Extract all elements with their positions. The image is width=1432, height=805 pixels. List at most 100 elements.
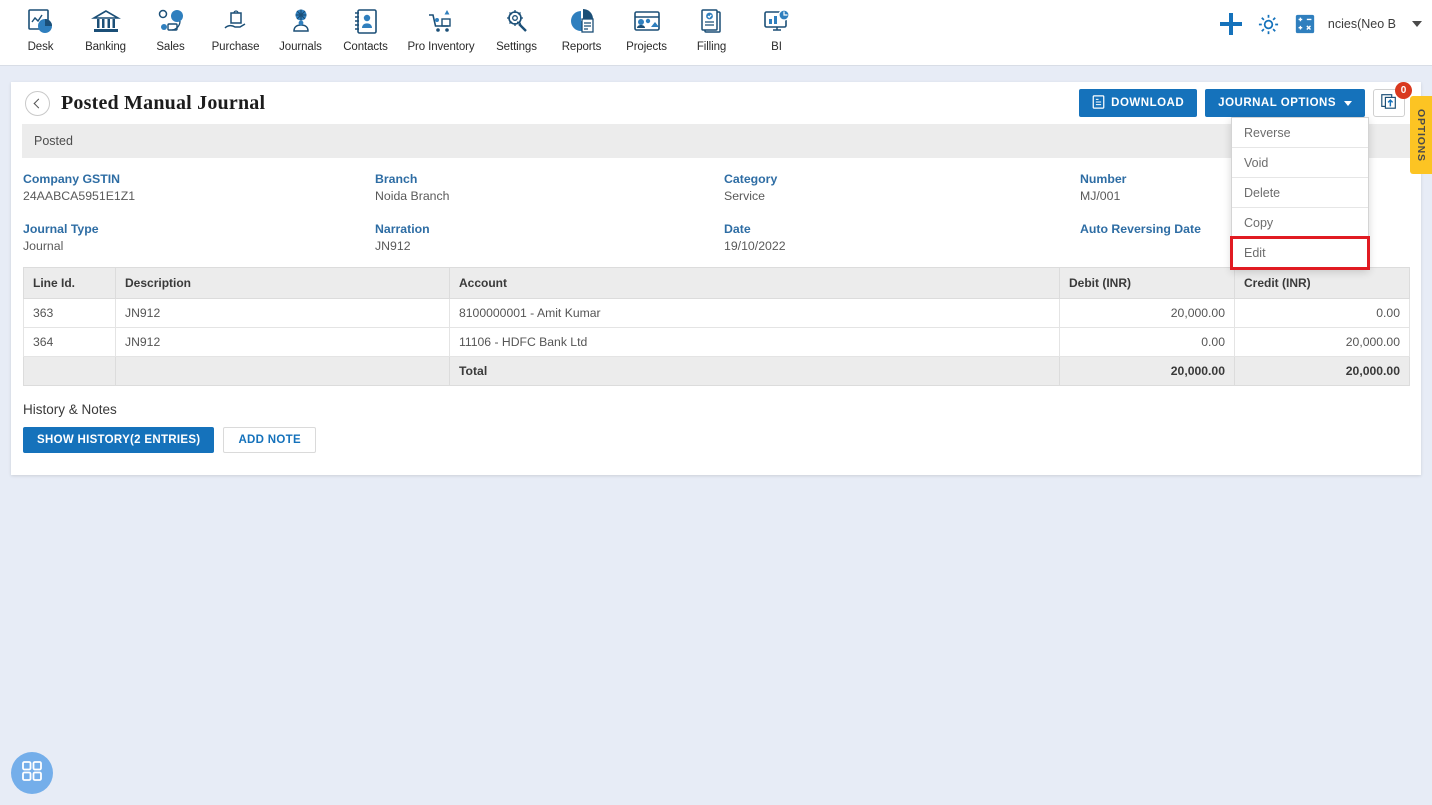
field-value: JN912: [375, 239, 411, 253]
cell-debit: 0.00: [1059, 327, 1235, 357]
field-label: Category: [724, 172, 778, 186]
journal-options-label: JOURNAL OPTIONS: [1218, 97, 1336, 109]
table-total-row: Total 20,000.00 20,000.00: [23, 356, 1410, 386]
card-header: Posted Manual Journal DOWNLOAD JOURNAL O…: [11, 82, 1421, 270]
journal-lines-table-wrap: Line Id. Description Account Debit (INR)…: [11, 259, 1421, 386]
journal-options-button[interactable]: JOURNAL OPTIONS: [1205, 89, 1365, 117]
attachment-upload-button[interactable]: 0: [1373, 82, 1412, 117]
journal-card: Posted Manual Journal DOWNLOAD JOURNAL O…: [11, 82, 1421, 475]
nav-item-journals[interactable]: Journals: [268, 0, 333, 53]
apps-grid-fab[interactable]: [11, 752, 53, 794]
nav-label: Desk: [27, 41, 54, 53]
nav-item-pro-inventory[interactable]: Pro Inventory: [398, 0, 484, 53]
pdf-document-icon: [1092, 94, 1105, 112]
grid-apps-icon: [21, 760, 43, 787]
top-navigation-bar: Desk Banking Sales Purchase Journals Con…: [0, 0, 1432, 66]
dropdown-item-copy[interactable]: Copy: [1232, 208, 1368, 238]
nav-item-purchase[interactable]: Purchase: [203, 0, 268, 53]
table-row[interactable]: 364 JN912 11106 - HDFC Bank Ltd 0.00 20,…: [23, 327, 1410, 357]
dropdown-item-label: Delete: [1244, 185, 1281, 200]
status-label: Posted: [34, 134, 73, 148]
cell-credit: 20,000.00: [1234, 327, 1410, 357]
cell-total-credit: 20,000.00: [1234, 356, 1410, 386]
header-actions: DOWNLOAD JOURNAL OPTIONS 0: [1079, 82, 1412, 117]
nav-item-bi[interactable]: BI: [744, 0, 809, 53]
cell-credit: 0.00: [1234, 298, 1410, 328]
field-date: Date 19/10/2022: [724, 222, 1080, 253]
field-value: Noida Branch: [375, 189, 450, 203]
bank-icon: [90, 5, 121, 39]
nav-label: BI: [771, 41, 782, 53]
inventory-icon: [426, 5, 456, 39]
download-button[interactable]: DOWNLOAD: [1079, 89, 1198, 117]
caret-down-icon: [1344, 100, 1352, 106]
cell-total-label: Total: [449, 356, 1060, 386]
nav-item-settings[interactable]: Settings: [484, 0, 549, 53]
nav-item-desk[interactable]: Desk: [8, 0, 73, 53]
reports-icon: [567, 5, 597, 39]
show-history-button[interactable]: SHOW HISTORY(2 ENTRIES): [23, 427, 215, 453]
field-label: Date: [724, 222, 751, 236]
table-row[interactable]: 363 JN912 8100000001 - Amit Kumar 20,000…: [23, 298, 1410, 328]
settings-icon: [502, 5, 532, 39]
field-label: Company GSTIN: [23, 172, 121, 186]
options-side-tab[interactable]: OPTIONS: [1410, 96, 1432, 174]
filling-icon: [697, 5, 727, 39]
chevron-down-icon[interactable]: [1412, 21, 1422, 27]
journals-icon: [286, 5, 316, 39]
dropdown-item-void[interactable]: Void: [1232, 148, 1368, 178]
nav-item-contacts[interactable]: Contacts: [333, 0, 398, 53]
field-company-gstin: Company GSTIN 24AABCA5951E1Z1: [23, 172, 375, 203]
field-journal-type: Journal Type Journal: [23, 222, 375, 253]
status-badge: Posted: [22, 124, 1410, 158]
journal-details-grid: Company GSTIN 24AABCA5951E1Z1 Branch Noi…: [11, 158, 1421, 259]
nav-label: Sales: [156, 41, 185, 53]
nav-right-actions: ncies(Neo B: [1219, 12, 1422, 36]
back-chevron-icon[interactable]: [25, 90, 50, 116]
nav-item-filling[interactable]: Filling: [679, 0, 744, 53]
field-value: 19/10/2022: [724, 239, 786, 253]
cell-line-id: 364: [23, 327, 116, 357]
options-tab-label: OPTIONS: [1415, 108, 1427, 162]
dropdown-item-label: Reverse: [1244, 125, 1291, 140]
calculator-icon[interactable]: [1294, 13, 1316, 35]
field-label: Journal Type: [23, 222, 99, 236]
attachment-count-badge: 0: [1395, 82, 1412, 99]
field-value: Journal: [23, 239, 64, 253]
nav-items: Desk Banking Sales Purchase Journals Con…: [8, 0, 809, 53]
field-value: 24AABCA5951E1Z1: [23, 189, 136, 203]
history-buttons: SHOW HISTORY(2 ENTRIES) ADD NOTE: [23, 427, 1409, 453]
nav-label: Settings: [496, 41, 537, 53]
nav-item-sales[interactable]: Sales: [138, 0, 203, 53]
history-notes-section: History & Notes SHOW HISTORY(2 ENTRIES) …: [11, 386, 1421, 475]
field-label: Narration: [375, 222, 430, 236]
column-header-line-id: Line Id.: [23, 267, 116, 299]
purchase-icon: [221, 5, 251, 39]
dropdown-item-edit[interactable]: Edit: [1230, 236, 1370, 270]
page-title: Posted Manual Journal: [61, 91, 266, 114]
cell-line-id: [23, 356, 116, 386]
nav-item-projects[interactable]: Projects: [614, 0, 679, 53]
sales-icon: [156, 5, 186, 39]
contacts-icon: [351, 5, 381, 39]
dropdown-item-label: Void: [1244, 155, 1269, 170]
company-selector-label[interactable]: ncies(Neo B: [1328, 17, 1396, 31]
nav-item-banking[interactable]: Banking: [73, 0, 138, 53]
dropdown-item-delete[interactable]: Delete: [1232, 178, 1368, 208]
gear-icon[interactable]: [1257, 13, 1280, 36]
dropdown-item-reverse[interactable]: Reverse: [1232, 118, 1368, 148]
table-header-row: Line Id. Description Account Debit (INR)…: [23, 267, 1410, 299]
field-value: Service: [724, 189, 766, 203]
nav-label: Purchase: [211, 41, 260, 53]
column-header-account: Account: [449, 267, 1060, 299]
nav-item-reports[interactable]: Reports: [549, 0, 614, 53]
column-header-debit: Debit (INR): [1059, 267, 1235, 299]
cell-description: JN912: [115, 298, 450, 328]
column-header-credit: Credit (INR): [1234, 267, 1410, 299]
nav-label: Projects: [626, 41, 667, 53]
nav-label: Filling: [696, 41, 727, 53]
field-category: Category Service: [724, 172, 1080, 203]
field-label: Branch: [375, 172, 418, 186]
add-note-button[interactable]: ADD NOTE: [223, 427, 316, 453]
plus-icon[interactable]: [1219, 12, 1243, 36]
